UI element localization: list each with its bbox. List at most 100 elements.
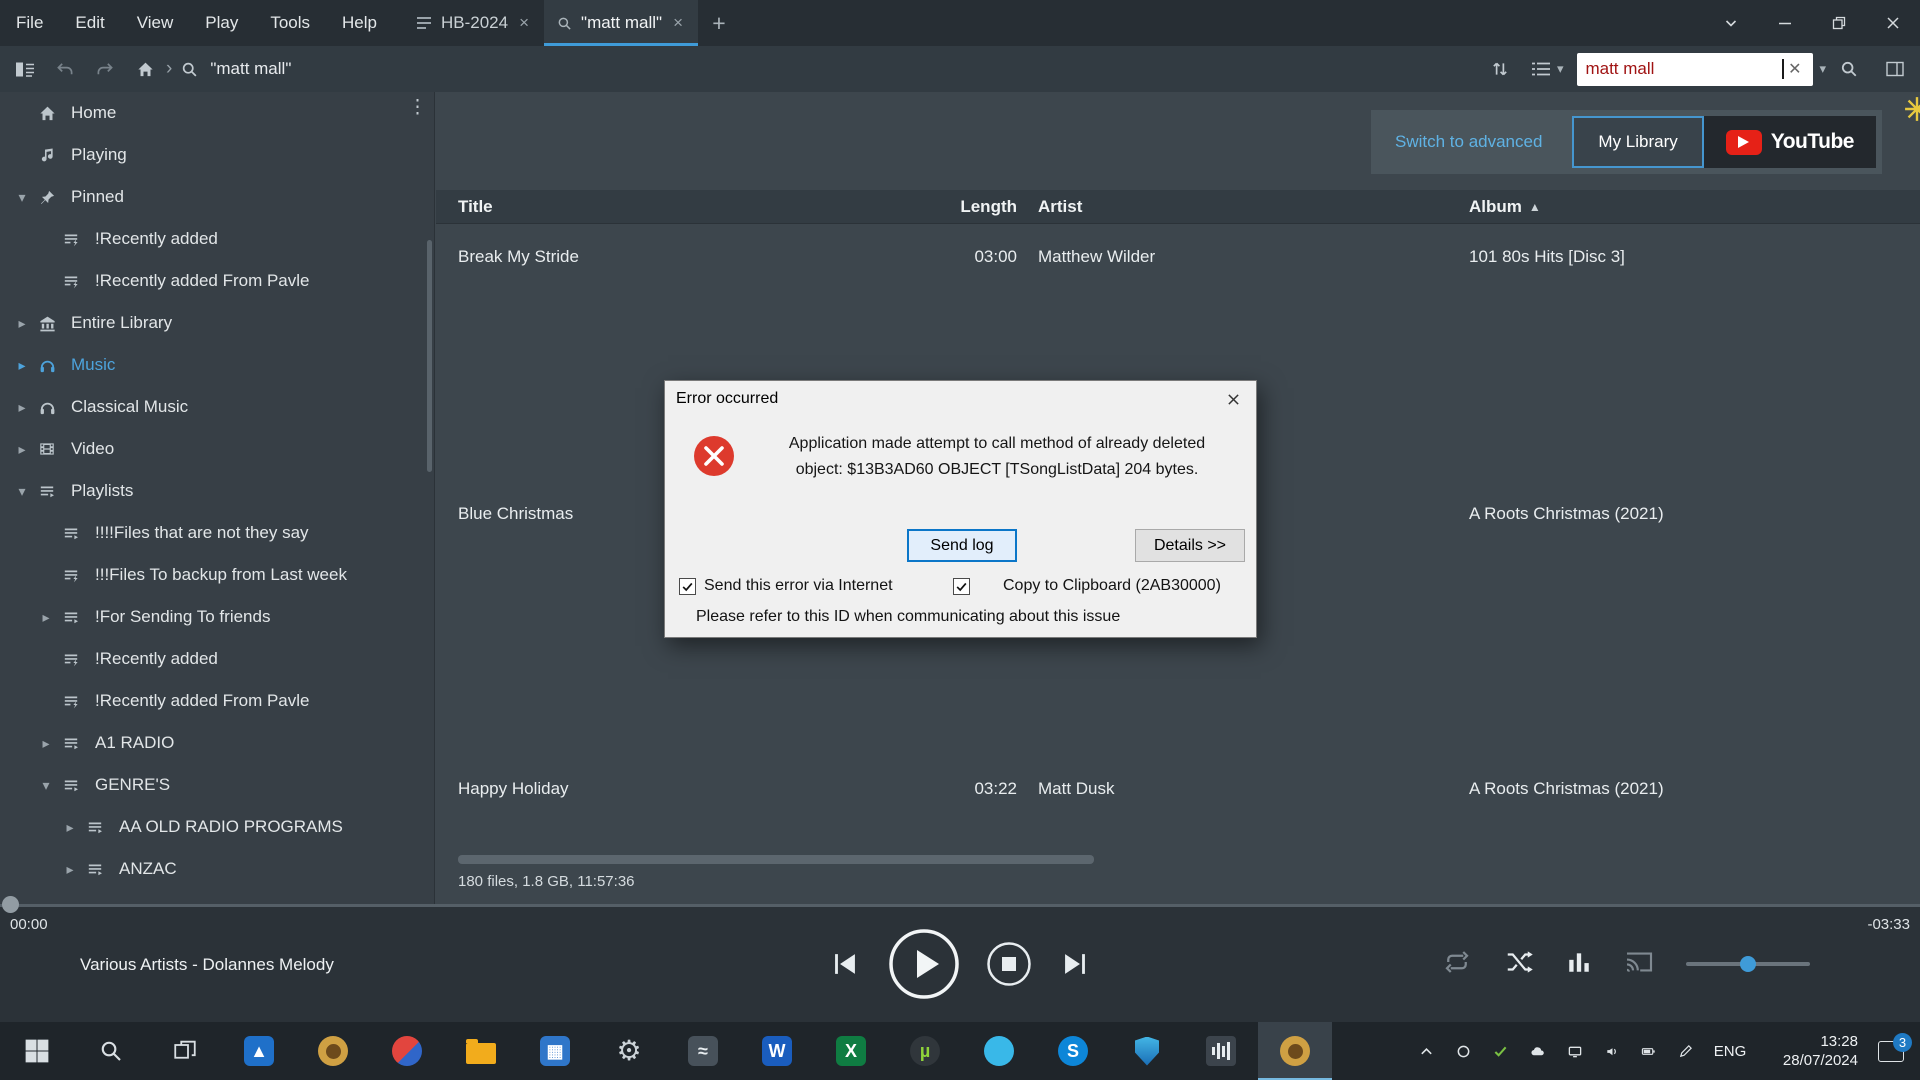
expander-right-icon[interactable]: ▸: [10, 357, 34, 374]
volume-slider[interactable]: [1686, 954, 1810, 974]
calculator-icon[interactable]: ▦: [518, 1022, 592, 1080]
search-input[interactable]: matt mall ✕: [1577, 53, 1813, 86]
sidebar-item-aa-old-radio-programs[interactable]: ▸AA OLD RADIO PROGRAMS: [0, 806, 434, 848]
file-explorer-icon[interactable]: [444, 1022, 518, 1080]
menu-help[interactable]: Help: [326, 0, 393, 46]
restore-button[interactable]: [1812, 0, 1866, 46]
close-icon[interactable]: ×: [517, 13, 531, 33]
action-center-icon[interactable]: 3: [1862, 1022, 1920, 1080]
cast-icon[interactable]: [1624, 950, 1654, 979]
mediamonkey-active-icon[interactable]: [1258, 1022, 1332, 1080]
sidebar-item-a1-radio[interactable]: ▸A1 RADIO: [0, 722, 434, 764]
tab-hb-2024[interactable]: HB-2024 ×: [403, 0, 544, 46]
display-icon[interactable]: [1556, 1022, 1593, 1080]
menu-tools[interactable]: Tools: [254, 0, 326, 46]
skype-icon[interactable]: S: [1036, 1022, 1110, 1080]
home-icon[interactable]: [130, 52, 160, 86]
equalizer-icon[interactable]: [1566, 949, 1592, 980]
seek-handle[interactable]: [2, 896, 19, 913]
stop-button[interactable]: [986, 941, 1032, 987]
sidebar-scrollbar[interactable]: [427, 240, 432, 472]
close-button[interactable]: [1866, 0, 1920, 46]
column-header-length[interactable]: Length: [876, 190, 1017, 224]
expander-down-icon[interactable]: ▾: [34, 777, 58, 794]
menu-play[interactable]: Play: [189, 0, 254, 46]
red-blue-app-icon[interactable]: [370, 1022, 444, 1080]
tray-expand-icon[interactable]: [1408, 1022, 1445, 1080]
youtube-button[interactable]: YouTube: [1704, 116, 1876, 168]
table-row[interactable]: Break My Stride 03:00 Matthew Wilder 101…: [436, 240, 1920, 274]
close-icon[interactable]: ×: [671, 13, 685, 33]
expander-down-icon[interactable]: ▾: [10, 483, 34, 500]
sidebar-item-music[interactable]: ▸Music: [0, 344, 434, 386]
tray-app-icon[interactable]: [1445, 1022, 1482, 1080]
next-button[interactable]: [1058, 947, 1092, 981]
shuffle-icon[interactable]: [1504, 949, 1534, 980]
antivirus-icon[interactable]: [1482, 1022, 1519, 1080]
sidebar-item-anzac[interactable]: ▸ANZAC: [0, 848, 434, 890]
expander-right-icon[interactable]: ▸: [10, 399, 34, 416]
dialog-titlebar[interactable]: Error occurred: [665, 381, 1256, 417]
expander-right-icon[interactable]: ▸: [58, 819, 82, 836]
search-button-icon[interactable]: [1834, 52, 1864, 86]
column-header-artist[interactable]: Artist: [1038, 190, 1082, 224]
expander-right-icon[interactable]: ▸: [10, 441, 34, 458]
play-button[interactable]: [888, 928, 960, 1000]
settings-icon[interactable]: ⚙: [592, 1022, 666, 1080]
menu-view[interactable]: View: [121, 0, 190, 46]
expander-down-icon[interactable]: ▾: [10, 189, 34, 206]
sidebar-item-home[interactable]: Home: [0, 92, 434, 134]
sidebar-item-recently-added[interactable]: !Recently added: [0, 638, 434, 680]
details-button[interactable]: Details >>: [1135, 529, 1245, 562]
menu-edit[interactable]: Edit: [59, 0, 120, 46]
word-icon[interactable]: W: [740, 1022, 814, 1080]
horizontal-scrollbar[interactable]: [458, 855, 1094, 864]
battery-icon[interactable]: [1630, 1022, 1667, 1080]
sidebar-item-genre-s[interactable]: ▾GENRE'S: [0, 764, 434, 806]
task-view-icon[interactable]: [148, 1022, 222, 1080]
sort-order-icon[interactable]: [1485, 52, 1515, 86]
sidebar-item-recently-added[interactable]: !Recently added: [0, 218, 434, 260]
redo-icon[interactable]: [90, 52, 120, 86]
taskbar-search-icon[interactable]: [74, 1022, 148, 1080]
sidebar-item-for-sending-to-friends[interactable]: ▸!For Sending To friends: [0, 596, 434, 638]
mediamonkey-icon[interactable]: [296, 1022, 370, 1080]
menu-file[interactable]: File: [0, 0, 59, 46]
kebab-menu-icon[interactable]: ⋮: [408, 104, 422, 111]
checkbox-copy-to-clipboard[interactable]: [953, 578, 970, 595]
sidebar-item-entire-library[interactable]: ▸Entire Library: [0, 302, 434, 344]
checkbox-send-via-internet[interactable]: [679, 578, 696, 595]
sidebar-item-files-to-backup-from-last-week[interactable]: !!!Files To backup from Last week: [0, 554, 434, 596]
columns-panel-icon[interactable]: [1880, 52, 1910, 86]
view-list-icon[interactable]: ▾: [1531, 52, 1564, 86]
sidebar-item-video[interactable]: ▸Video: [0, 428, 434, 470]
tab-list-chevron-icon[interactable]: [1704, 0, 1758, 46]
pen-input-icon[interactable]: [1667, 1022, 1704, 1080]
excel-icon[interactable]: X: [814, 1022, 888, 1080]
volume-icon[interactable]: [1593, 1022, 1630, 1080]
new-tab-button[interactable]: +: [698, 0, 740, 46]
sidebar-item-playing[interactable]: Playing: [0, 134, 434, 176]
clock[interactable]: 13:28 28/07/2024: [1756, 1032, 1862, 1070]
sidebar-item-playlists[interactable]: ▾Playlists: [0, 470, 434, 512]
onedrive-icon[interactable]: [1519, 1022, 1556, 1080]
my-library-button[interactable]: My Library: [1572, 116, 1703, 168]
minimize-button[interactable]: [1758, 0, 1812, 46]
expander-right-icon[interactable]: ▸: [58, 861, 82, 878]
security-shield-icon[interactable]: [1110, 1022, 1184, 1080]
send-log-button[interactable]: Send log: [907, 529, 1017, 562]
expander-right-icon[interactable]: ▸: [34, 735, 58, 752]
switch-to-advanced-link[interactable]: Switch to advanced: [1371, 110, 1566, 174]
sidebar-item-recently-added-from-pavle[interactable]: !Recently added From Pavle: [0, 680, 434, 722]
search-options-chevron-icon[interactable]: ▾: [1819, 61, 1826, 77]
breadcrumb[interactable]: "matt mall": [210, 59, 291, 79]
waveform-app-icon[interactable]: [1184, 1022, 1258, 1080]
tab-matt-mall[interactable]: "matt mall" ×: [544, 0, 698, 46]
volume-handle[interactable]: [1740, 956, 1756, 972]
column-header-title[interactable]: Title: [458, 190, 493, 224]
language-indicator[interactable]: ENG: [1704, 1043, 1756, 1060]
now-playing-title[interactable]: Various Artists - Dolannes Melody: [80, 955, 334, 975]
column-header-album[interactable]: Album ▲: [1469, 190, 1541, 224]
sidebar-item-classical-music[interactable]: ▸Classical Music: [0, 386, 434, 428]
expander-right-icon[interactable]: ▸: [10, 315, 34, 332]
